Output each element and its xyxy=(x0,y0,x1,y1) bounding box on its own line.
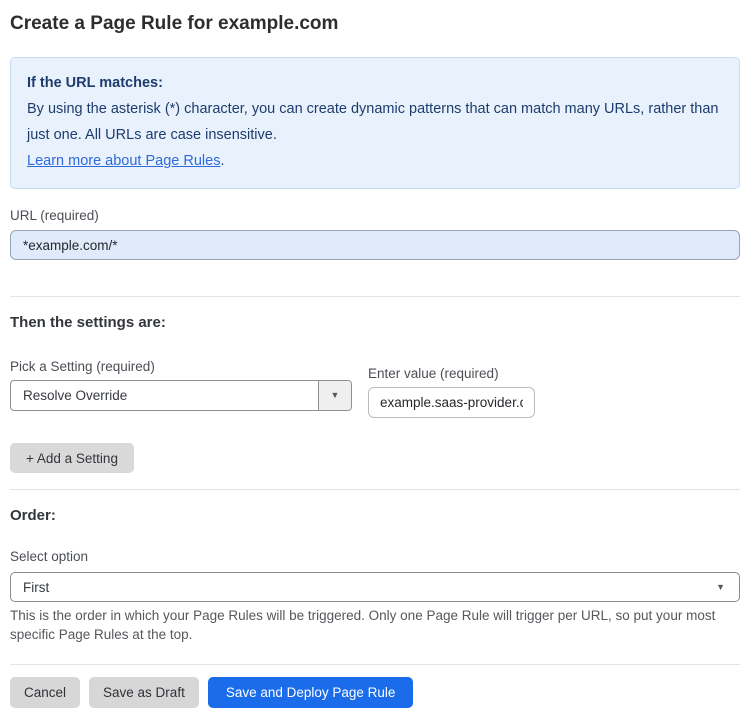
info-box-link-line: Learn more about Page Rules. xyxy=(27,148,721,174)
url-input[interactable] xyxy=(10,230,740,260)
learn-more-page-rules-link[interactable]: Learn more about Page Rules xyxy=(27,153,220,169)
page-rule-form: Create a Page Rule for example.com If th… xyxy=(0,12,750,720)
setting-select-value: Resolve Override xyxy=(23,388,128,403)
add-setting-button[interactable]: + Add a Setting xyxy=(10,443,134,473)
settings-row: Pick a Setting (required) Resolve Overri… xyxy=(10,358,740,418)
divider xyxy=(10,296,740,297)
setting-select-label: Pick a Setting (required) xyxy=(10,359,155,374)
order-heading: Order: xyxy=(10,507,56,524)
save-as-draft-button[interactable]: Save as Draft xyxy=(89,677,199,708)
link-suffix: . xyxy=(220,153,225,169)
setting-select[interactable]: Resolve Override ▼ xyxy=(10,380,352,411)
order-select[interactable]: First ▼ xyxy=(10,572,740,602)
setting-value-input[interactable] xyxy=(368,387,535,418)
url-label: URL (required) xyxy=(10,208,99,223)
setting-select-column: Pick a Setting (required) Resolve Overri… xyxy=(10,358,352,411)
setting-value-column: Enter value (required) xyxy=(368,365,535,418)
url-match-info-box: If the URL matches: By using the asteris… xyxy=(10,57,740,189)
divider xyxy=(10,664,740,665)
footer-buttons: Cancel Save as Draft Save and Deploy Pag… xyxy=(10,677,740,708)
chevron-down-icon: ▼ xyxy=(330,390,340,400)
divider xyxy=(10,489,740,490)
chevron-down-icon: ▼ xyxy=(716,581,725,592)
save-and-deploy-button[interactable]: Save and Deploy Page Rule xyxy=(207,677,414,708)
order-select-value: First xyxy=(23,579,50,595)
setting-value-label: Enter value (required) xyxy=(368,366,499,381)
settings-heading: Then the settings are: xyxy=(10,314,166,331)
info-box-body: By using the asterisk (*) character, you… xyxy=(27,101,719,143)
setting-select-caret-button[interactable]: ▼ xyxy=(318,381,351,410)
order-select-label: Select option xyxy=(10,549,89,564)
order-help-text: This is the order in which your Page Rul… xyxy=(10,608,716,642)
page-title: Create a Page Rule for example.com xyxy=(10,13,339,34)
cancel-button[interactable]: Cancel xyxy=(10,677,81,708)
info-box-heading: If the URL matches: xyxy=(27,75,163,91)
